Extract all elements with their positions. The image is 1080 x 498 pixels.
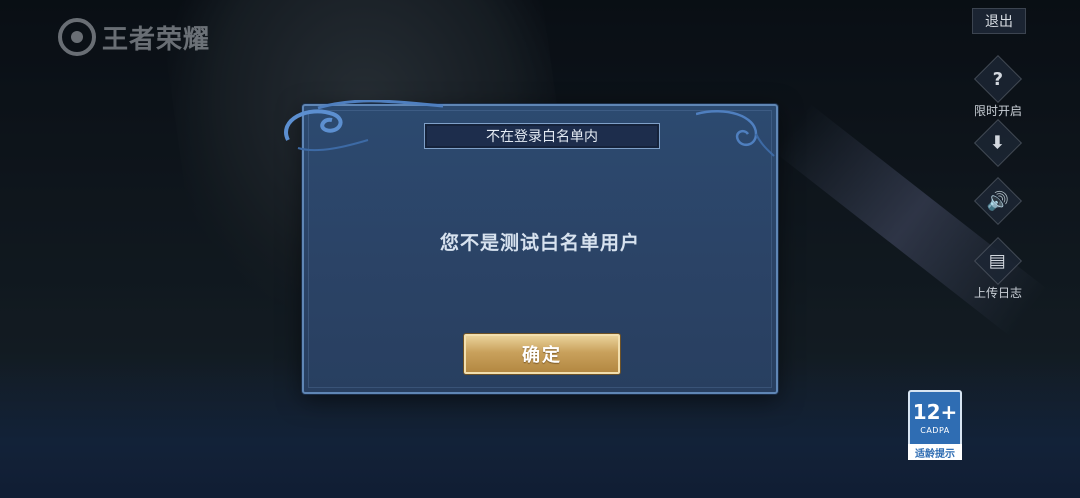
sound-button[interactable]: 🔊 <box>958 176 1038 226</box>
dialog-title: 不在登录白名单内 <box>424 123 660 149</box>
download-icon: ⬇ <box>973 118 1023 168</box>
age-rating-org: CADPA <box>920 426 950 435</box>
exit-button[interactable]: 退出 <box>972 8 1026 34</box>
age-rating-tip: 适龄提示 <box>908 444 962 460</box>
speaker-icon: 🔊 <box>973 176 1023 226</box>
dialog-message: 您不是测试白名单用户 <box>439 232 640 254</box>
question-icon: ? <box>973 54 1023 104</box>
limited-open-label: 限时开启 <box>973 104 1022 118</box>
clipboard-icon: ▤ <box>973 236 1023 286</box>
age-rating-number: 12+ <box>912 400 958 424</box>
upload-log-button[interactable]: ▤ 上传日志 <box>958 236 1038 301</box>
confirm-button[interactable]: 确定 <box>464 334 620 374</box>
age-rating-badge: 12+ CADPA 适龄提示 <box>908 390 962 460</box>
download-button[interactable]: ⬇ <box>958 118 1038 168</box>
logo-text: 王者荣耀 <box>102 24 211 55</box>
upload-log-label: 上传日志 <box>973 286 1022 300</box>
logo-icon <box>58 18 96 56</box>
whitelist-dialog: 不在登录白名单内 您不是测试白名单用户 确定 <box>284 100 778 394</box>
game-logo: 王者荣耀 <box>58 18 210 56</box>
dialog-swirl-decoration-right <box>696 109 775 157</box>
limited-open-button[interactable]: ? 限时开启 <box>958 54 1038 119</box>
dialog-swirl-decoration-left <box>284 100 444 152</box>
